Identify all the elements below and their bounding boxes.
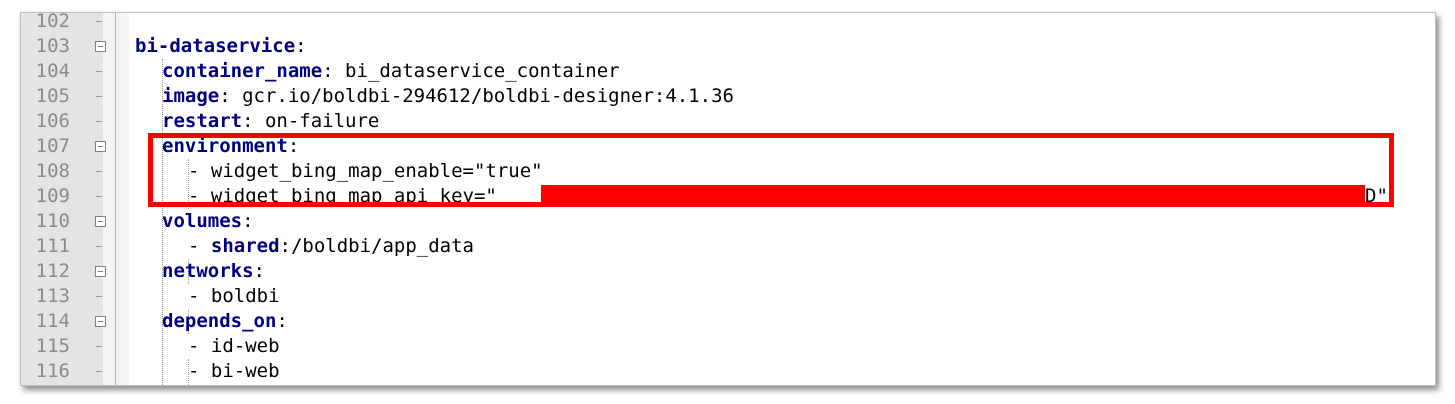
code-line: 116 - bi-web — [21, 359, 1435, 384]
code-text: restart: on-failure — [162, 110, 380, 132]
code-line: 106 restart: on-failure — [21, 109, 1435, 134]
highlight-box — [148, 133, 1394, 207]
line-number: 114 — [35, 310, 70, 332]
yaml-key: networks — [162, 260, 254, 282]
fold-toggle-icon[interactable] — [95, 266, 106, 277]
line-number: 103 — [35, 35, 70, 57]
code-line: 113 - boldbi — [21, 284, 1435, 309]
fold-tick — [96, 21, 102, 22]
line-number: 112 — [35, 260, 70, 282]
line-number: 106 — [35, 110, 70, 132]
code-line: 104 container_name: bi_dataservice_conta… — [21, 59, 1435, 84]
code-text: - id-web — [188, 335, 280, 357]
code-line: 115 - id-web — [21, 334, 1435, 359]
code-text: depends_on: — [162, 310, 288, 332]
code-text: networks: — [162, 260, 265, 282]
code-text: image: gcr.io/boldbi-294612/boldbi-desig… — [162, 85, 734, 107]
code-line: 105 image: gcr.io/boldbi-294612/boldbi-d… — [21, 84, 1435, 109]
yaml-value: gcr.io/boldbi-294612/boldbi-designer:4.1… — [230, 85, 734, 107]
fold-tick — [96, 196, 102, 197]
fold-tick — [96, 346, 102, 347]
line-number: 105 — [35, 85, 70, 107]
fold-tick — [96, 371, 102, 372]
fold-tick — [96, 296, 102, 297]
fold-tick — [96, 171, 102, 172]
yaml-key: image — [162, 85, 220, 107]
code-text: container_name: bi_dataservice_container — [162, 60, 620, 82]
line-number: 111 — [35, 235, 70, 257]
code-line: 111 - shared:/boldbi/app_data — [21, 234, 1435, 259]
code-text: - boldbi — [188, 285, 280, 307]
yaml-value: on-failure — [253, 110, 380, 132]
fold-toggle-icon[interactable] — [95, 141, 106, 152]
code-line: 102 — [21, 12, 1435, 34]
code-editor[interactable]: 102 103 bi-dataservice: 104 container_na… — [20, 12, 1436, 386]
line-number: 108 — [35, 160, 70, 182]
code-line: 114 depends_on: — [21, 309, 1435, 334]
code-line: 112 networks: — [21, 259, 1435, 284]
line-number: 116 — [35, 360, 70, 382]
yaml-value: bi_dataservice_container — [333, 60, 620, 82]
fold-toggle-icon[interactable] — [95, 316, 106, 327]
yaml-key: restart — [162, 110, 243, 132]
fold-tick — [96, 71, 102, 72]
line-number: 110 — [35, 210, 70, 232]
code-text: bi-dataservice: — [135, 35, 307, 57]
line-number: 107 — [35, 135, 70, 157]
code-text: volumes: — [162, 210, 254, 232]
code-line: 103 bi-dataservice: — [21, 34, 1435, 59]
fold-toggle-icon[interactable] — [95, 216, 106, 227]
yaml-key: shared — [210, 235, 280, 257]
line-number: 109 — [35, 185, 70, 207]
yaml-key: bi-dataservice — [135, 35, 296, 57]
code-line: 110 volumes: — [21, 209, 1435, 234]
yaml-key: volumes — [162, 210, 243, 232]
yaml-value: :/boldbi/app_data — [279, 235, 474, 257]
fold-tick — [96, 121, 102, 122]
yaml-key: depends_on — [162, 310, 277, 332]
yaml-key: container_name — [162, 60, 323, 82]
code-text: - bi-web — [188, 360, 280, 382]
line-number: 115 — [35, 335, 70, 357]
fold-tick — [96, 96, 102, 97]
fold-toggle-icon[interactable] — [95, 41, 106, 52]
code-text: - shared:/boldbi/app_data — [188, 235, 474, 257]
fold-tick — [96, 246, 102, 247]
line-number: 113 — [35, 285, 70, 307]
line-number: 102 — [35, 12, 70, 32]
line-number: 104 — [35, 60, 70, 82]
